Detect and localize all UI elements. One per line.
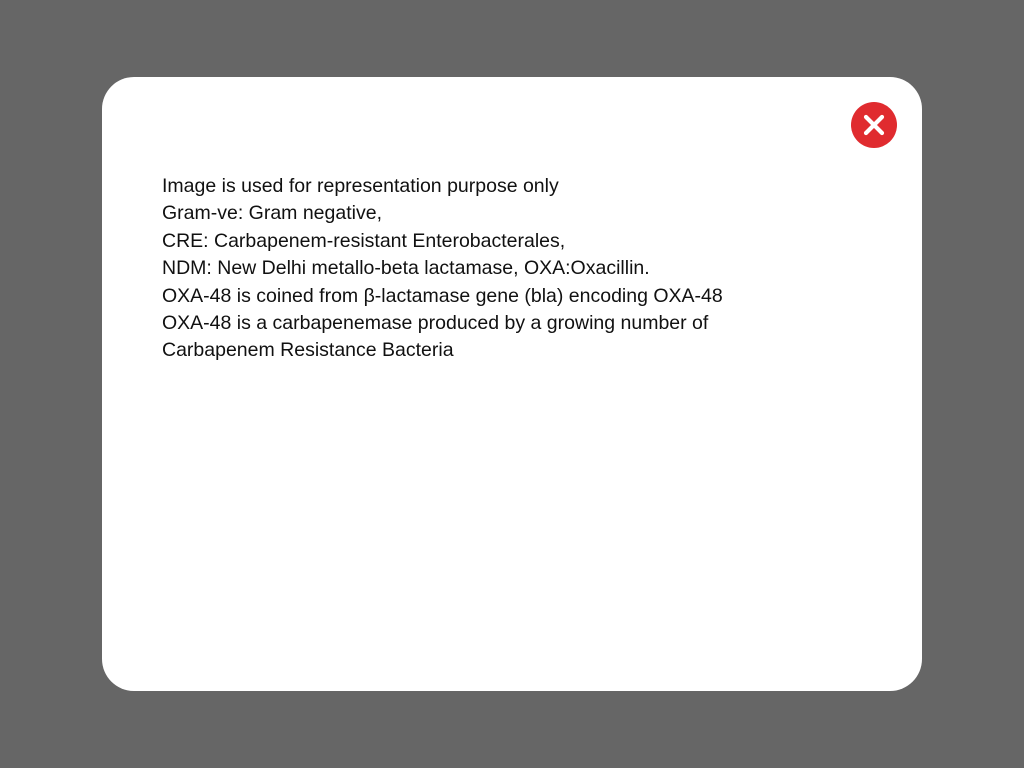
abbreviation-gram-ve: Gram-ve: Gram negative, [162,202,382,225]
info-modal: Image is used for representation purpose… [102,77,922,691]
caption-line: Image is used for representation purpose… [162,175,559,197]
oxa48-description-line-2: Carbapenem Resistance Bacteria [162,339,454,362]
close-button[interactable] [851,102,897,148]
close-icon [863,114,885,136]
abbreviation-ndm-oxa: NDM: New Delhi metallo-beta lactamase, O… [162,257,650,280]
oxa48-description-line: OXA-48 is a carbapenemase produced by a … [162,312,709,335]
oxa48-origin-line: OXA-48 is coined from β-lactamase gene (… [162,284,723,307]
modal-text: Image is used for representation purpose… [162,173,862,365]
abbreviation-cre: CRE: Carbapenem-resistant Enterobacteral… [162,229,566,252]
